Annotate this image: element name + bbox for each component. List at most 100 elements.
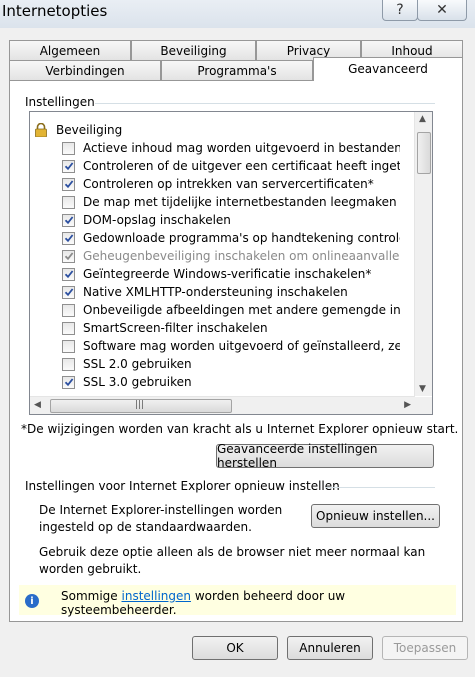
- settings-list[interactable]: Beveiliging Actieve inhoud mag worden ui…: [29, 111, 433, 415]
- grip-icon: |||: [135, 400, 145, 410]
- list-item-label: Geheugenbeveiliging inschakelen om onlin…: [83, 249, 400, 263]
- tab-verbindingen[interactable]: Verbindingen: [9, 60, 161, 80]
- lock-icon: [34, 122, 48, 138]
- reset-description-line1: De Internet Explorer-instellingen worden: [39, 503, 283, 517]
- list-item-label: SSL 3.0 gebruiken: [83, 375, 192, 389]
- help-button[interactable]: ?: [382, 0, 418, 21]
- settings-link[interactable]: instellingen: [122, 589, 192, 603]
- list-item-label: DOM-opslag inschakelen: [83, 213, 231, 227]
- list-item[interactable]: Actieve inhoud mag worden uitgevoerd in …: [30, 139, 400, 157]
- list-item[interactable]: Gedownloade programma's op handtekening …: [30, 229, 400, 247]
- list-category: Beveiliging: [30, 121, 400, 139]
- reset-description-line2: ingesteld op de standaardwaarden.: [39, 520, 252, 534]
- tab-label: Inhoud: [391, 43, 433, 58]
- checkbox[interactable]: [62, 267, 75, 281]
- reset-hint-line1: Gebruik deze optie alleen als de browser…: [39, 545, 426, 559]
- checkbox[interactable]: [62, 357, 75, 371]
- list-item[interactable]: Geïntegreerde Windows-verificatie inscha…: [30, 265, 400, 283]
- tab-label: Beveiliging: [160, 43, 227, 58]
- checkbox[interactable]: [62, 231, 75, 245]
- list-item[interactable]: Controleren of de uitgever een certifica…: [30, 157, 400, 175]
- info-icon: i: [25, 594, 39, 608]
- scroll-left-icon[interactable]: ◀: [34, 400, 41, 410]
- list-item[interactable]: SmartScreen-filter inschakelen: [30, 319, 400, 337]
- tab-algemeen[interactable]: Algemeen: [9, 40, 131, 60]
- list-item[interactable]: SSL 3.0 gebruiken: [30, 373, 400, 391]
- scroll-down-icon[interactable]: ▼: [419, 384, 426, 394]
- checkbox[interactable]: [62, 285, 75, 299]
- vertical-scrollbar[interactable]: ▲ ▼: [414, 112, 432, 396]
- list-item-label: Controleren op intrekken van servercerti…: [83, 177, 374, 191]
- checkbox[interactable]: [62, 177, 75, 191]
- managed-info-bar: i Sommige instellingen worden beheerd do…: [19, 585, 456, 617]
- checkmark-icon: [64, 216, 73, 225]
- list-item-label: Geïntegreerde Windows-verificatie inscha…: [83, 267, 372, 281]
- tab-label: Geavanceerd: [348, 62, 428, 76]
- tab-label: Programma's: [197, 63, 277, 78]
- ok-button[interactable]: OK: [192, 636, 278, 660]
- list-item[interactable]: Geheugenbeveiliging inschakelen om onlin…: [30, 247, 400, 265]
- reset-button[interactable]: Opnieuw instellen...: [311, 504, 440, 528]
- checkbox[interactable]: [62, 321, 75, 335]
- title-bar: Internetopties ? ✕: [0, 0, 475, 28]
- tab-label: Verbindingen: [45, 63, 125, 78]
- checkbox[interactable]: [62, 195, 75, 209]
- tab-geavanceerd[interactable]: Geavanceerd: [313, 57, 463, 81]
- tab-beveiliging[interactable]: Beveiliging: [131, 40, 256, 60]
- group-divider: [95, 103, 435, 104]
- apply-button[interactable]: Toepassen: [382, 636, 468, 660]
- reset-hint-line2: worden gebruikt.: [39, 562, 142, 576]
- list-item[interactable]: DOM-opslag inschakelen: [30, 211, 400, 229]
- category-label: Beveiliging: [56, 123, 123, 137]
- checkmark-icon: [64, 180, 73, 189]
- scroll-thumb[interactable]: [417, 132, 431, 174]
- scroll-thumb-horizontal[interactable]: |||: [50, 399, 232, 413]
- list-item[interactable]: De map met tijdelijke internetbestanden …: [30, 193, 400, 211]
- info-text-before: Sommige: [61, 589, 122, 603]
- checkmark-icon: [64, 270, 73, 279]
- list-item[interactable]: Software mag worden uitgevoerd of geïnst…: [30, 337, 400, 355]
- settings-group-title: Instellingen: [25, 95, 99, 109]
- list-item-label: Actieve inhoud mag worden uitgevoerd in …: [83, 141, 400, 155]
- group-divider: [325, 487, 435, 488]
- checkmark-icon: [64, 234, 73, 243]
- restart-note: *De wijzigingen worden van kracht als u …: [21, 422, 459, 436]
- restore-advanced-button[interactable]: Geavanceerde instellingen herstellen: [216, 442, 434, 470]
- tab-label: Privacy: [286, 43, 331, 58]
- list-item[interactable]: Native XMLHTTP-ondersteuning inschakelen: [30, 283, 400, 301]
- list-item-label: Gedownloade programma's op handtekening …: [83, 231, 400, 245]
- scroll-corner: [415, 397, 432, 414]
- checkmark-icon: [64, 378, 73, 387]
- list-item[interactable]: Onbeveiligde afbeeldingen met andere gem…: [30, 301, 400, 319]
- list-item-label: De map met tijdelijke internetbestanden …: [83, 195, 400, 209]
- checkbox[interactable]: [62, 303, 75, 317]
- checkbox[interactable]: [62, 339, 75, 353]
- horizontal-scrollbar[interactable]: ◀ ||| ▶: [30, 396, 415, 414]
- list-item-label: SSL 2.0 gebruiken: [83, 357, 192, 371]
- checkbox[interactable]: [62, 249, 75, 263]
- scroll-up-icon[interactable]: ▲: [419, 114, 426, 124]
- checkbox[interactable]: [62, 159, 75, 173]
- list-item-label: Onbeveiligde afbeeldingen met andere gem…: [83, 303, 400, 317]
- checkbox[interactable]: [62, 213, 75, 227]
- list-item-label: Native XMLHTTP-ondersteuning inschakelen: [83, 285, 348, 299]
- list-item-label: Software mag worden uitgevoerd of geïnst…: [83, 339, 400, 353]
- list-item-label: SmartScreen-filter inschakelen: [83, 321, 268, 335]
- checkbox[interactable]: [62, 375, 75, 389]
- scroll-right-icon[interactable]: ▶: [404, 400, 411, 410]
- checkmark-icon: [64, 288, 73, 297]
- tab-label: Algemeen: [39, 43, 101, 58]
- window-title: Internetopties: [2, 2, 108, 20]
- cancel-button[interactable]: Annuleren: [287, 636, 373, 660]
- list-item-label: Controleren of de uitgever een certifica…: [83, 159, 400, 173]
- help-icon: ?: [396, 2, 404, 18]
- checkmark-icon: [64, 162, 73, 171]
- tab-programmas[interactable]: Programma's: [161, 60, 313, 80]
- checkmark-icon: [64, 252, 73, 261]
- close-button[interactable]: ✕: [417, 0, 467, 21]
- checkbox[interactable]: [62, 141, 75, 155]
- reset-group-title: Instellingen voor Internet Explorer opni…: [25, 479, 344, 493]
- close-icon: ✕: [436, 2, 448, 18]
- list-item[interactable]: Controleren op intrekken van servercerti…: [30, 175, 400, 193]
- list-item[interactable]: SSL 2.0 gebruiken: [30, 355, 400, 373]
